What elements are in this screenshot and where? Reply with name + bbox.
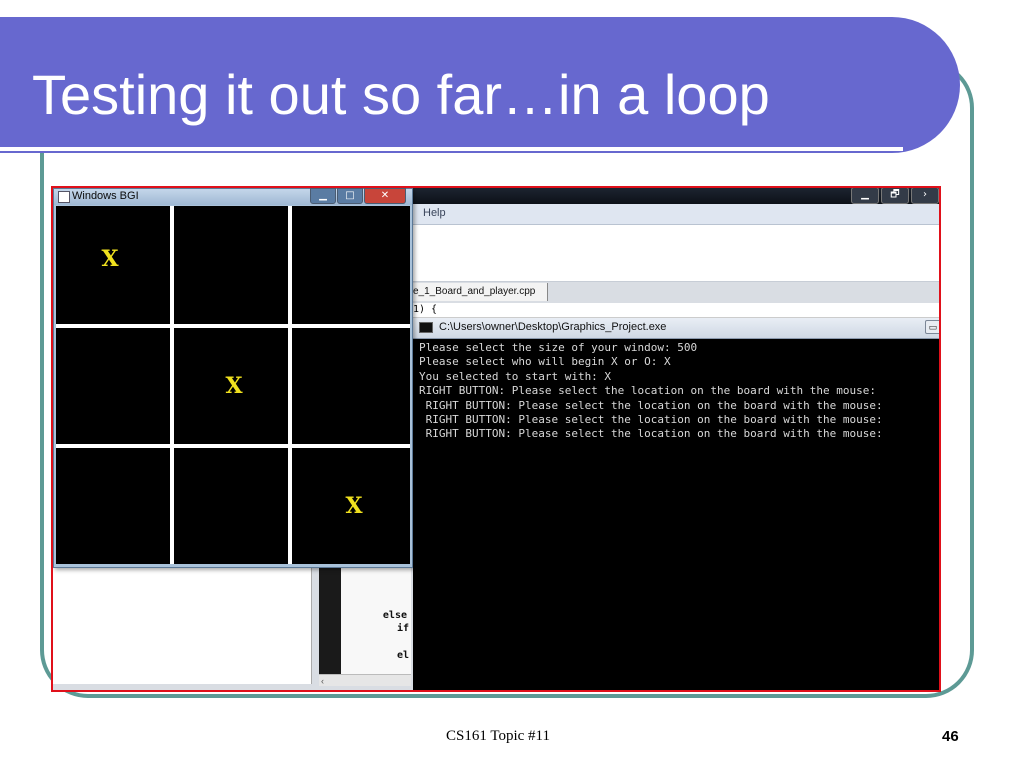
console-line: Please select the size of your window: 5… <box>419 341 698 354</box>
bgi-titlebar[interactable]: Windows BGI ▁ □ ✕ <box>54 188 412 205</box>
console-titlebar: C:\Users\owner\Desktop\Graphics_Project.… <box>413 318 939 339</box>
bgi-app-icon <box>58 191 70 203</box>
console-line: You selected to start with: X <box>419 369 612 383</box>
console-line: RIGHT BUTTON: Please select the location… <box>419 413 883 427</box>
code-line: else <box>382 610 407 621</box>
slide-page-number: 46 <box>942 728 959 745</box>
ide-close-button[interactable]: › <box>911 188 939 204</box>
x-mark: X <box>225 373 243 399</box>
solution-explorer-pane <box>53 568 312 684</box>
board-cell[interactable] <box>56 448 170 564</box>
slide-footer: CS161 Topic #11 <box>446 728 550 744</box>
console-line: RIGHT BUTTON: Please select the location… <box>419 427 883 441</box>
console-window: C:\Users\owner\Desktop\Graphics_Project.… <box>413 318 939 690</box>
board-cell[interactable] <box>174 448 288 564</box>
board-cell[interactable] <box>174 206 288 322</box>
console-output: Please select the size of your window: 5… <box>419 341 939 442</box>
code-editor-bottom: else if el <box>341 568 411 674</box>
title-underline <box>0 147 903 151</box>
ide-menubar: Help <box>409 204 939 225</box>
x-mark: X <box>345 493 363 519</box>
console-title: C:\Users\owner\Desktop\Graphics_Project.… <box>439 321 667 333</box>
board-cell[interactable]: X <box>56 206 170 322</box>
tic-tac-toe-board[interactable]: X X X <box>56 206 410 564</box>
scroll-left-icon[interactable]: ‹ <box>321 676 324 686</box>
code-line: if <box>396 623 409 634</box>
bgi-maximize-button[interactable]: □ <box>337 188 363 204</box>
console-line: Please select who will begin X or O: X <box>419 355 671 369</box>
tab-source-file[interactable]: e_1_Board_and_player.cpp <box>409 283 548 301</box>
bgi-close-button[interactable]: ✕ <box>364 188 406 204</box>
ide-toolbar <box>409 225 939 282</box>
editor-gutter <box>319 568 341 674</box>
bgi-window: Windows BGI ▁ □ ✕ X X X <box>53 188 413 568</box>
console-line: RIGHT BUTTON: Please select the location… <box>419 384 876 398</box>
board-cell[interactable]: X <box>292 448 410 564</box>
x-mark: X <box>101 246 119 272</box>
menu-help[interactable]: Help <box>423 207 446 219</box>
title-bar: Testing it out so far…in a loop <box>0 17 960 153</box>
program-screenshot: ▁ 🗗 › Help e_1_Board_and_player.cpp 1) {… <box>51 186 941 692</box>
ide-window-controls: ▁ 🗗 › <box>851 188 939 204</box>
slide-title: Testing it out so far…in a loop <box>32 63 770 126</box>
code-line: el <box>396 650 409 661</box>
ide-restore-button[interactable]: 🗗 <box>881 188 909 204</box>
bgi-window-controls: ▁ □ ✕ <box>310 188 406 204</box>
bgi-title: Windows BGI <box>72 190 139 202</box>
horizontal-scrollbar[interactable]: ‹ <box>319 674 411 686</box>
console-line: RIGHT BUTTON: Please select the location… <box>419 398 883 412</box>
code-editor-line: 1) { <box>409 303 939 318</box>
board-cell[interactable] <box>292 206 410 322</box>
board-cell[interactable]: X <box>174 328 288 444</box>
console-app-icon <box>419 322 433 333</box>
board-cell[interactable] <box>56 328 170 444</box>
ide-minimize-button[interactable]: ▁ <box>851 188 879 204</box>
console-minimize-button[interactable]: ▭ <box>925 320 939 334</box>
bgi-minimize-button[interactable]: ▁ <box>310 188 336 204</box>
board-cell[interactable] <box>292 328 410 444</box>
